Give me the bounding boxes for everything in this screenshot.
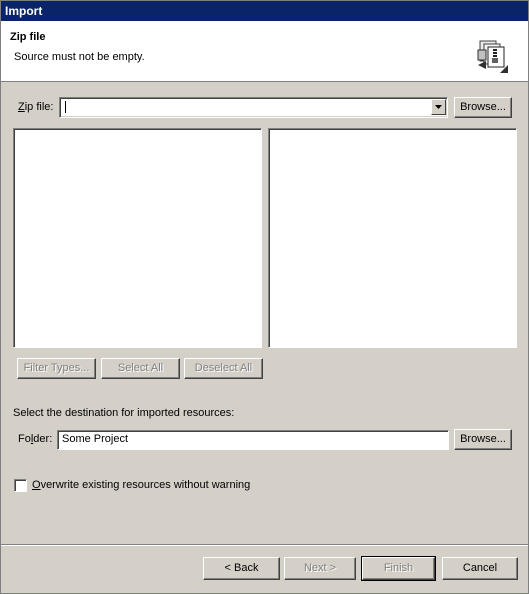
overwrite-label: Overwrite existing resources without war…	[32, 479, 251, 491]
overwrite-checkbox[interactable]	[14, 479, 27, 492]
folder-tree-pane[interactable]	[13, 128, 262, 348]
deselect-all-button[interactable]: Deselect All	[184, 358, 263, 379]
zip-browse-button[interactable]: Browse...	[454, 97, 512, 118]
next-button[interactable]: Next >	[284, 557, 356, 580]
folder-label: Folder:	[18, 433, 53, 445]
footer-separator	[1, 544, 528, 546]
page-title: Zip file	[10, 31, 46, 43]
folder-field[interactable]: Some Project	[57, 430, 449, 450]
window-title: Import	[5, 4, 43, 18]
error-message: Source must not be empty.	[14, 51, 145, 63]
filter-types-button[interactable]: Filter Types...	[17, 358, 96, 379]
finish-button[interactable]: Finish	[361, 556, 436, 581]
cancel-button[interactable]: Cancel	[442, 557, 518, 580]
file-list-pane[interactable]	[268, 128, 517, 348]
folder-browse-button[interactable]: Browse...	[454, 429, 512, 450]
select-all-button[interactable]: Select All	[101, 358, 180, 379]
zip-archive-icon	[477, 40, 508, 73]
title-bar: Import	[1, 1, 528, 21]
import-dialog: Import Zip file Source must not be empty…	[0, 0, 529, 594]
zip-file-label: Zip file:	[18, 101, 54, 113]
wizard-banner: Zip file Source must not be empty.	[1, 21, 528, 82]
destination-heading: Select the destination for imported reso…	[13, 407, 235, 419]
zip-file-input[interactable]	[63, 99, 423, 114]
chevron-down-icon	[435, 105, 442, 109]
zip-file-combo[interactable]	[59, 97, 448, 118]
back-button[interactable]: < Back	[203, 557, 280, 580]
dropdown-button[interactable]	[431, 99, 446, 115]
